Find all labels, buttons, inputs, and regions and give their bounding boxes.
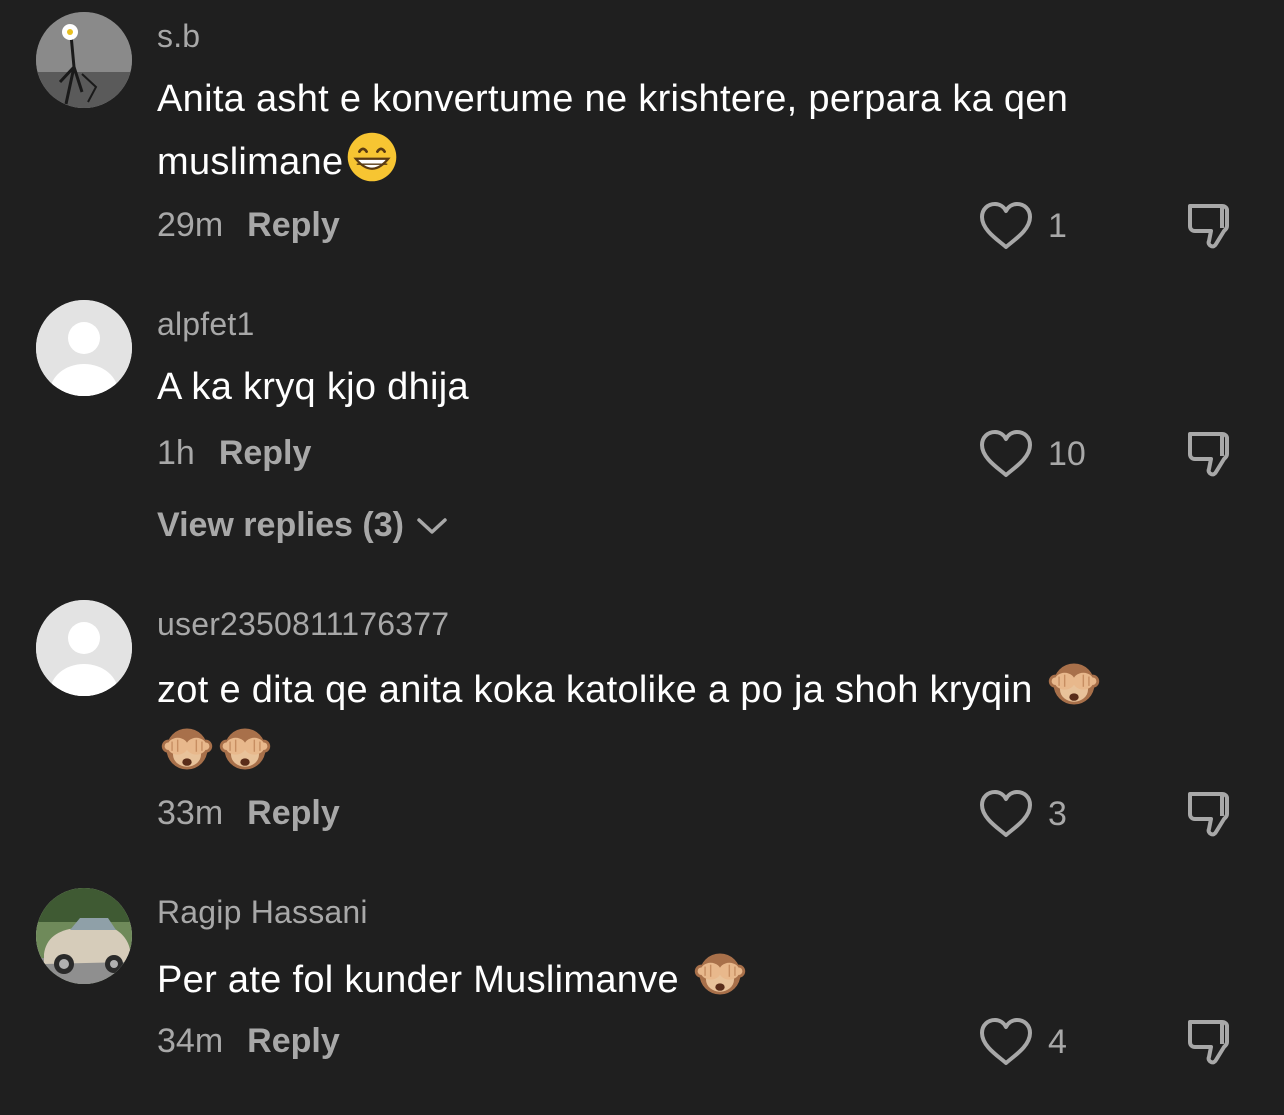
car-photo-icon (36, 888, 132, 984)
heart-icon (978, 788, 1034, 840)
comment-text: Per ate fol kunder Muslimanve (157, 946, 1157, 1011)
reply-button[interactable]: Reply (247, 794, 340, 832)
heart-icon (978, 1016, 1034, 1068)
dislike-button[interactable] (1186, 1016, 1238, 1071)
comment-text: A ka kryq kjo dhija (157, 356, 1157, 418)
thumbs-down-icon (1186, 788, 1238, 838)
heart-icon (978, 428, 1034, 480)
see-no-evil-monkey-icon (692, 946, 748, 1002)
grinning-face-emoji-icon (345, 130, 399, 184)
comment-text-body: zot e dita qe anita koka katolike a po j… (157, 669, 1033, 711)
like-count: 10 (1048, 434, 1086, 473)
dislike-button[interactable] (1186, 200, 1238, 255)
avatar[interactable] (36, 600, 132, 696)
like-button[interactable]: 10 (978, 428, 1086, 480)
heart-icon (978, 200, 1034, 252)
comment-meta: 1h Reply (157, 434, 311, 473)
comment-timestamp: 1h (157, 434, 195, 472)
comment-meta: 34m Reply (157, 1022, 340, 1061)
avatar[interactable] (36, 888, 132, 984)
like-button[interactable]: 1 (978, 200, 1067, 252)
comment-text-body: A ka kryq kjo dhija (157, 366, 469, 408)
comment-username[interactable]: s.b (157, 18, 200, 55)
comment-timestamp: 29m (157, 206, 224, 244)
reply-button[interactable]: Reply (247, 1022, 340, 1060)
comment-meta: 29m Reply (157, 206, 340, 245)
see-no-evil-monkey-icon (159, 721, 215, 777)
default-avatar-icon (36, 600, 132, 696)
avatar[interactable] (36, 12, 132, 108)
reply-button[interactable]: Reply (247, 206, 340, 244)
comment-username[interactable]: alpfet1 (157, 306, 254, 343)
thumbs-down-icon (1186, 428, 1238, 478)
reply-button[interactable]: Reply (219, 434, 312, 472)
avatar[interactable] (36, 300, 132, 396)
comment-text-body: Anita asht e konvertume ne krishtere, pe… (157, 78, 1069, 183)
thumbs-down-icon (1186, 200, 1238, 250)
comment-meta: 33m Reply (157, 794, 340, 833)
flower-photo-icon (36, 12, 132, 108)
comment-timestamp: 34m (157, 1022, 224, 1060)
like-button[interactable]: 3 (978, 788, 1067, 840)
comment-username[interactable]: Ragip Hassani (157, 894, 368, 931)
view-replies-button[interactable]: View replies (3) (157, 506, 448, 545)
see-no-evil-monkey-icon (217, 721, 273, 777)
like-count: 3 (1048, 794, 1067, 833)
dislike-button[interactable] (1186, 788, 1238, 843)
thumbs-down-icon (1186, 1016, 1238, 1066)
like-count: 1 (1048, 206, 1067, 245)
dislike-button[interactable] (1186, 428, 1238, 483)
default-avatar-icon (36, 300, 132, 396)
chevron-down-icon (417, 517, 447, 534)
like-count: 4 (1048, 1022, 1067, 1061)
comment-username[interactable]: user2350811176377 (157, 606, 449, 643)
view-replies-label: View replies (3) (157, 506, 404, 544)
see-no-evil-monkey-icon (1046, 656, 1102, 712)
comment-text: Anita asht e konvertume ne krishtere, pe… (157, 68, 1157, 193)
comment-text-body: Per ate fol kunder Muslimanve (157, 959, 679, 1001)
like-button[interactable]: 4 (978, 1016, 1067, 1068)
comment-text: zot e dita qe anita koka katolike a po j… (157, 656, 1157, 786)
comment-timestamp: 33m (157, 794, 224, 832)
